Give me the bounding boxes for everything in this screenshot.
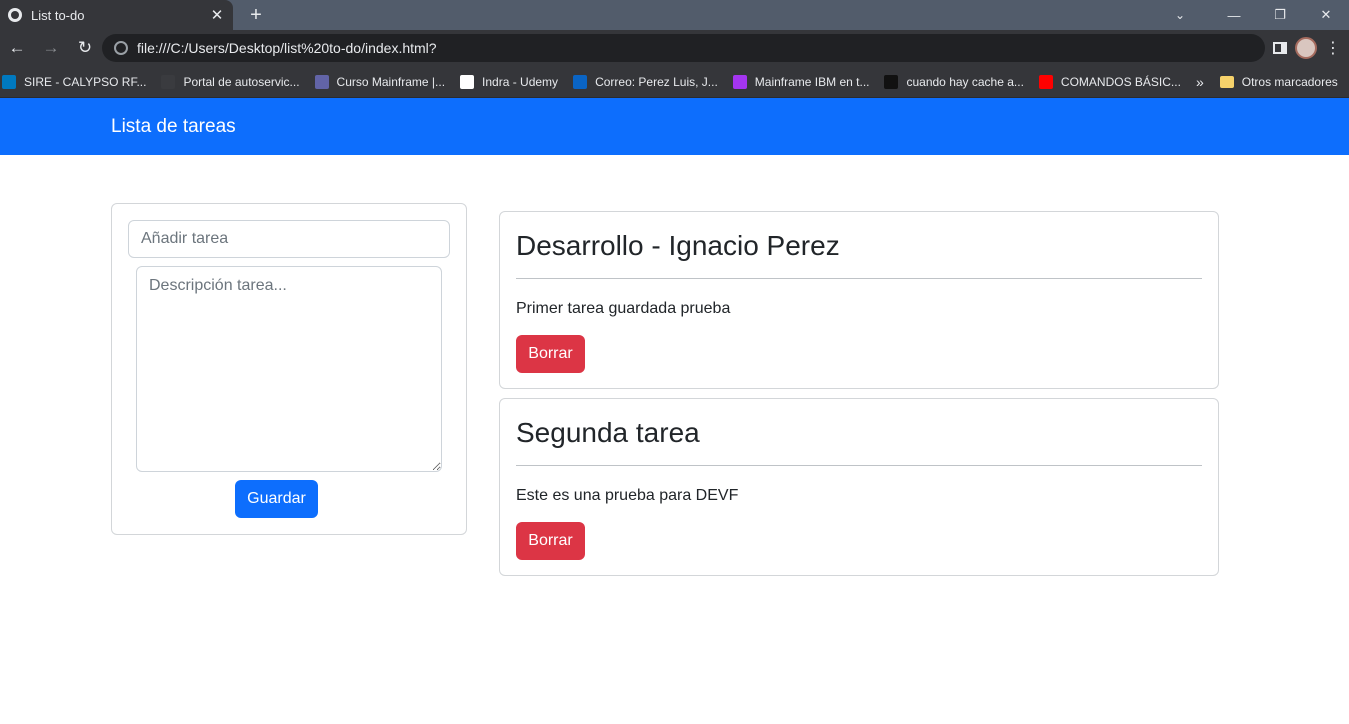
bookmark-label: COMANDOS BÁSIC... xyxy=(1060,74,1181,89)
bookmark-item[interactable]: Correo: Perez Luis, J... xyxy=(573,74,718,89)
task-description-input[interactable] xyxy=(136,266,442,472)
task-title: Segunda tarea xyxy=(516,417,700,448)
back-button[interactable]: ← xyxy=(0,33,34,63)
tab-close-icon[interactable]: ✕ xyxy=(207,6,227,24)
globe-icon xyxy=(8,8,22,22)
browser-menu-icon[interactable]: ⋮ xyxy=(1325,38,1341,58)
bookmark-label: SIRE - CALYPSO RF... xyxy=(24,74,147,89)
minimize-icon[interactable]: — xyxy=(1211,0,1257,30)
task-divider xyxy=(516,465,1202,466)
bookmark-label: Indra - Udemy xyxy=(482,74,559,89)
address-bar[interactable]: file:///C:/Users/Desktop/list%20to-do/in… xyxy=(102,34,1265,62)
window-close-icon[interactable]: ✕ xyxy=(1303,0,1349,30)
teams-icon xyxy=(314,74,329,89)
bookmarks-bar: SIRE - CALYPSO RF... Portal de autoservi… xyxy=(0,66,1349,98)
app-navbar: Lista de tareas xyxy=(0,98,1349,155)
other-bookmarks-folder[interactable]: Otros marcadores xyxy=(1219,74,1338,89)
delete-button[interactable]: Borrar xyxy=(516,522,585,560)
bookmark-label: Correo: Perez Luis, J... xyxy=(595,74,718,89)
bookmark-item[interactable]: Curso Mainframe |... xyxy=(314,74,446,89)
outlook-icon xyxy=(573,74,588,89)
restore-icon[interactable]: ❐ xyxy=(1257,0,1303,30)
side-panel-icon[interactable] xyxy=(1273,42,1287,54)
bookmark-label: Mainframe IBM en t... xyxy=(754,74,870,89)
task-divider xyxy=(516,278,1202,279)
bookmark-label: Portal de autoservic... xyxy=(183,74,300,89)
profile-avatar[interactable] xyxy=(1295,37,1317,59)
udemy-icon xyxy=(732,74,747,89)
browser-tab-strip: List to-do ✕ + ⌄ — ❐ ✕ xyxy=(0,0,1349,30)
bookmark-item[interactable]: SIRE - CALYPSO RF... xyxy=(2,74,147,89)
browser-toolbar: ← → ↻ file:///C:/Users/Desktop/list%20to… xyxy=(0,30,1349,66)
trello-icon xyxy=(2,74,16,89)
bookmark-label: Curso Mainframe |... xyxy=(336,74,446,89)
reload-button[interactable]: ↻ xyxy=(68,33,102,63)
task-title: Desarrollo - Ignacio Perez xyxy=(516,230,840,261)
folder-icon xyxy=(1219,75,1234,88)
tab-title: List to-do xyxy=(31,7,85,23)
portal-icon xyxy=(161,74,176,89)
bookmark-item[interactable]: Portal de autoservic... xyxy=(161,74,300,89)
folder-label: Otros marcadores xyxy=(1241,74,1338,89)
task-title-input[interactable] xyxy=(128,220,450,258)
tab-search-icon[interactable]: ⌄ xyxy=(1157,0,1203,30)
bookmark-item[interactable]: COMANDOS BÁSIC... xyxy=(1038,74,1181,89)
save-button[interactable]: Guardar xyxy=(235,480,318,518)
browser-tab[interactable]: List to-do ✕ xyxy=(0,0,233,30)
delete-button[interactable]: Borrar xyxy=(516,335,585,373)
github-icon xyxy=(884,74,899,89)
window-controls: ⌄ — ❐ ✕ xyxy=(1157,0,1349,30)
task-description: Primer tarea guardada prueba xyxy=(516,300,731,317)
bookmark-item[interactable]: Mainframe IBM en t... xyxy=(732,74,870,89)
new-tab-button[interactable]: + xyxy=(243,0,269,30)
forward-button[interactable]: → xyxy=(34,33,68,63)
bookmark-item[interactable]: cuando hay cache a... xyxy=(884,74,1024,89)
task-description: Este es una prueba para DEVF xyxy=(516,487,739,504)
task-card: Desarrollo - Ignacio Perez Primer tarea … xyxy=(499,211,1219,389)
youtube-icon xyxy=(1038,74,1053,89)
task-form-card: Guardar xyxy=(111,203,467,535)
address-url: file:///C:/Users/Desktop/list%20to-do/in… xyxy=(137,40,437,56)
bookmarks-overflow-icon[interactable]: » xyxy=(1196,74,1204,90)
indra-icon xyxy=(460,74,475,89)
bookmark-label: cuando hay cache a... xyxy=(906,74,1024,89)
navbar-brand[interactable]: Lista de tareas xyxy=(111,116,236,138)
task-card: Segunda tarea Este es una prueba para DE… xyxy=(499,398,1219,576)
bookmark-item[interactable]: Indra - Udemy xyxy=(460,74,559,89)
site-info-icon[interactable] xyxy=(114,41,128,55)
